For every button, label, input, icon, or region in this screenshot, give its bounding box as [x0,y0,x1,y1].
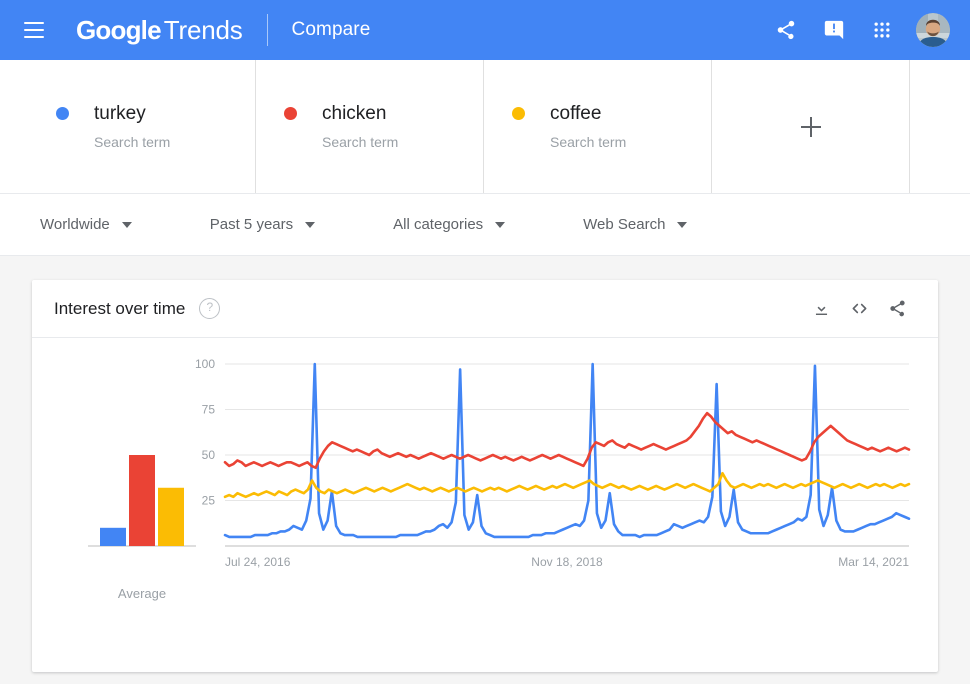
y-axis-tick-label: 25 [202,494,216,508]
add-comparison-button[interactable] [712,60,910,193]
hamburger-line [24,22,44,24]
filter-time-range[interactable]: Past 5 years [198,208,327,241]
header-divider [266,14,268,46]
series-color-dot-turkey [56,107,69,120]
share-icon[interactable] [878,290,916,328]
share-icon[interactable] [762,6,810,54]
header-icon-group [762,6,950,54]
brand-trends-text: Trends [163,14,243,45]
apps-grid-icon[interactable] [858,6,906,54]
average-bar-coffee [158,487,184,546]
term-type: Search term [94,134,171,150]
compare-term-card-coffee[interactable]: coffee Search term [484,60,712,193]
chevron-down-icon [121,221,132,228]
download-csv-icon[interactable] [802,290,840,328]
y-axis-tick-label: 50 [202,448,216,462]
filter-search-type[interactable]: Web Search [571,208,699,241]
x-axis-tick-label: Nov 18, 2018 [531,555,603,569]
average-bar-turkey [100,527,126,546]
page-mode-compare[interactable]: Compare [292,19,371,41]
chevron-down-icon [495,221,506,228]
series-color-dot-chicken [284,107,297,120]
term-label: coffee [550,103,602,124]
term-label: turkey [94,103,146,124]
main-content: Interest over time ? 25 50 75 100 Jul 24… [0,256,970,672]
series-line-chicken [223,411,911,470]
compare-term-card-chicken[interactable]: chicken Search term [256,60,484,193]
average-panel-label: Average [117,586,167,601]
terms-row-tail [910,60,942,193]
compare-terms-row: turkey Search term chicken Search term c… [28,60,942,193]
y-axis-tick-label: 75 [202,403,216,417]
filter-category-value: All categories [393,216,484,233]
hamburger-line [24,29,44,31]
compare-term-card-turkey[interactable]: turkey Search term [28,60,256,193]
help-icon[interactable]: ? [199,298,221,319]
interest-over-time-card: Interest over time ? 25 50 75 100 Jul 24… [32,280,938,672]
x-axis-tick-label: Mar 14, 2021 [838,555,909,569]
series-color-dot-coffee [512,107,525,120]
card-body: 25 50 75 100 Jul 24, 2016 Nov 18, 2018 Mar 14,… [32,338,938,672]
term-label: chicken [322,103,387,124]
card-header: Interest over time ? [32,280,938,338]
term-head: coffee [512,104,711,123]
average-bar-chicken [129,455,155,546]
term-type: Search term [322,134,399,150]
chart-svg: 25 50 75 100 Jul 24, 2016 Nov 18, 2018 Mar 14,… [88,357,911,569]
interest-over-time-chart[interactable]: 25 50 75 100 Jul 24, 2016 Nov 18, 2018 Mar 14,… [32,338,938,672]
hamburger-menu-icon[interactable] [16,12,52,48]
chevron-down-icon [677,221,688,228]
embed-code-icon[interactable] [840,290,878,328]
filter-location-value: Worldwide [40,216,110,233]
term-head: turkey [56,104,255,123]
y-axis-tick-label: 100 [195,357,215,371]
filter-location[interactable]: Worldwide [28,208,144,241]
avatar[interactable] [916,13,950,47]
series-line-turkey [223,362,911,539]
compare-terms-section: turkey Search term chicken Search term c… [0,60,970,194]
term-head: chicken [284,104,483,123]
card-title: Interest over time [54,298,186,318]
plus-icon [800,116,821,137]
filter-time-range-value: Past 5 years [209,216,294,233]
filter-bar: Worldwide Past 5 years All categories We… [0,194,970,256]
series-line-coffee [223,471,911,499]
x-axis-tick-label: Jul 24, 2016 [225,555,291,569]
filter-search-type-value: Web Search [583,216,666,233]
feedback-icon[interactable] [810,6,858,54]
filter-category[interactable]: All categories [381,208,517,241]
google-trends-logo[interactable]: Google Trends [76,15,243,46]
hamburger-line [24,36,44,38]
term-type: Search term [550,134,627,150]
app-header: Google Trends Compare [0,0,970,60]
chevron-down-icon [305,221,316,228]
brand-google-text: Google [76,14,162,45]
